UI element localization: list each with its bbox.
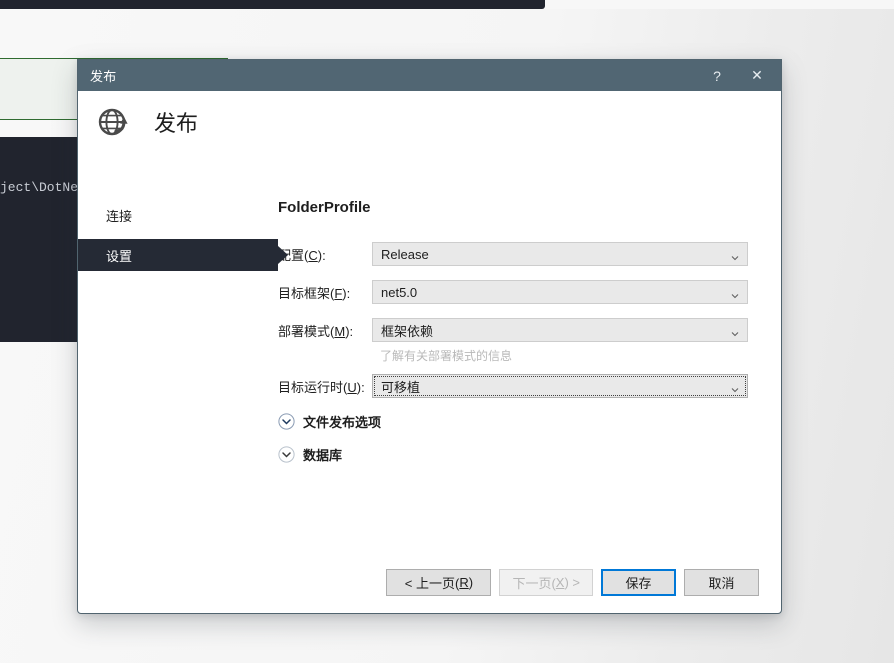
label-suffix: ): bbox=[356, 379, 365, 395]
label-suffix: ): bbox=[342, 285, 351, 301]
expander-label: 数据库 bbox=[303, 448, 343, 463]
button-label-suffix: ) bbox=[468, 574, 474, 590]
chevron-down-icon bbox=[731, 382, 739, 393]
expander-label: 文件发布选项 bbox=[303, 415, 382, 430]
next-button: 下一页(X) > bbox=[499, 568, 593, 596]
chevron-down-icon bbox=[731, 326, 739, 337]
profile-title: FolderProfile bbox=[278, 199, 371, 216]
sidebar-item-connection[interactable]: 连接 bbox=[78, 199, 278, 231]
label-prefix: 部署模式( bbox=[278, 323, 335, 339]
configuration-value: Release bbox=[381, 246, 429, 262]
hint-spacer bbox=[278, 347, 372, 364]
configuration-label: 配置(C): bbox=[278, 245, 372, 264]
publish-dialog: 发布 ? ✕ 发布 连接 设置 FolderProfile 配置(C): Rel… bbox=[77, 59, 782, 614]
cancel-button[interactable]: 取消 bbox=[684, 568, 759, 596]
chevron-down-circle-icon bbox=[278, 446, 295, 463]
deployment-mode-combobox[interactable]: 框架依赖 bbox=[372, 318, 748, 342]
dialog-header: 发布 bbox=[78, 91, 781, 153]
dialog-footer: < 上一页(R) 下一页(X) > 保存 取消 bbox=[78, 551, 781, 613]
background-titlebar-strip bbox=[0, 0, 545, 9]
label-prefix: 目标运行时( bbox=[278, 379, 348, 395]
field-row-configuration: 配置(C): Release bbox=[278, 242, 751, 266]
deployment-mode-value: 框架依赖 bbox=[381, 323, 434, 339]
target-framework-value: net5.0 bbox=[381, 284, 418, 300]
label-suffix: ): bbox=[317, 247, 326, 263]
chevron-down-icon bbox=[731, 288, 739, 299]
sidebar-item-label: 连接 bbox=[106, 208, 133, 224]
field-row-target-runtime: 目标运行时(U): 可移植 bbox=[278, 374, 751, 398]
help-icon[interactable]: ? bbox=[697, 60, 737, 91]
deployment-mode-hint-row: 了解有关部署模式的信息 bbox=[278, 347, 751, 364]
label-prefix: 目标框架( bbox=[278, 285, 335, 301]
dialog-title: 发布 bbox=[90, 69, 117, 84]
button-accelerator: X bbox=[555, 574, 565, 590]
chevron-down-circle-icon bbox=[278, 413, 295, 430]
target-framework-combobox[interactable]: net5.0 bbox=[372, 280, 748, 304]
button-label-prefix: 下一页( bbox=[512, 575, 556, 591]
expander-file-publish-options[interactable]: 文件发布选项 bbox=[278, 412, 751, 431]
button-accelerator: R bbox=[459, 574, 469, 590]
field-row-deployment-mode: 部署模式(M): 框架依赖 bbox=[278, 318, 751, 342]
deployment-mode-label: 部署模式(M): bbox=[278, 321, 372, 340]
close-icon[interactable]: ✕ bbox=[737, 60, 777, 91]
label-accelerator: M bbox=[334, 323, 346, 339]
previous-button[interactable]: < 上一页(R) bbox=[386, 568, 492, 596]
target-runtime-value: 可移植 bbox=[381, 379, 421, 395]
configuration-combobox[interactable]: Release bbox=[372, 242, 748, 266]
button-label: 取消 bbox=[708, 575, 735, 591]
dialog-heading: 发布 bbox=[154, 111, 199, 136]
label-accelerator: C bbox=[308, 247, 318, 263]
deployment-mode-hint-link[interactable]: 了解有关部署模式的信息 bbox=[372, 347, 512, 364]
label-accelerator: U bbox=[347, 379, 357, 395]
target-framework-label: 目标框架(F): bbox=[278, 283, 372, 302]
dialog-body: 连接 设置 FolderProfile 配置(C): Release 目标框架(… bbox=[78, 153, 781, 583]
titlebar-buttons: ? ✕ bbox=[697, 60, 777, 91]
dialog-content: FolderProfile 配置(C): Release 目标框架(F): ne… bbox=[278, 153, 781, 583]
button-label: 保存 bbox=[625, 575, 652, 591]
target-runtime-label: 目标运行时(U): bbox=[278, 377, 372, 396]
button-label-prefix: < 上一页( bbox=[404, 575, 460, 591]
sidebar-item-label: 设置 bbox=[106, 248, 133, 264]
label-suffix: ): bbox=[345, 323, 354, 339]
sidebar-item-settings[interactable]: 设置 bbox=[78, 239, 278, 271]
dialog-titlebar: 发布 ? ✕ bbox=[78, 60, 781, 91]
expander-databases[interactable]: 数据库 bbox=[278, 445, 751, 464]
publish-globe-icon bbox=[94, 102, 134, 142]
field-row-target-framework: 目标框架(F): net5.0 bbox=[278, 280, 751, 304]
save-button[interactable]: 保存 bbox=[601, 568, 676, 596]
chevron-down-icon bbox=[731, 250, 739, 261]
target-runtime-combobox[interactable]: 可移植 bbox=[372, 374, 748, 398]
button-label-suffix: ) > bbox=[564, 574, 580, 590]
dialog-sidebar: 连接 设置 bbox=[78, 153, 278, 583]
